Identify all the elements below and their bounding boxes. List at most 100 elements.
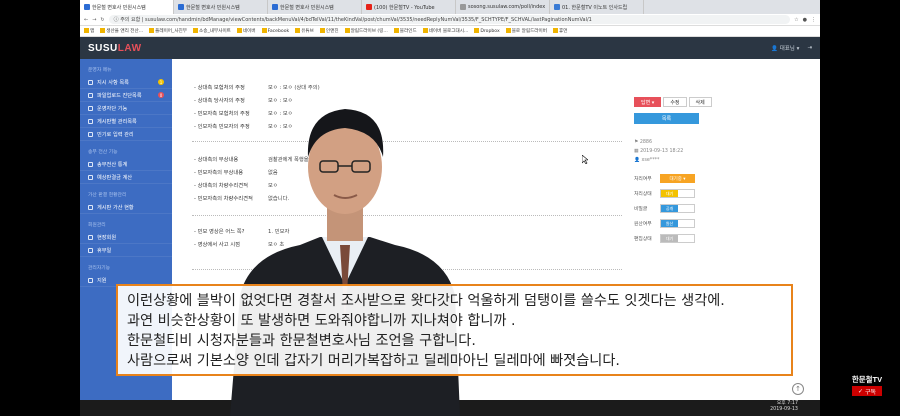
browser-tab[interactable]: 한문철 변호사 민원시스템 <box>268 0 362 14</box>
property-toggle[interactable]: 공개 <box>660 204 695 213</box>
toggle-state: 원산 <box>661 220 678 227</box>
menu-item-icon <box>88 161 93 167</box>
reload-icon[interactable]: ↻ <box>100 17 104 23</box>
menu-item-icon <box>88 131 93 137</box>
menu-item-icon <box>88 247 93 253</box>
tab-label: (100) 한문철TV - YouTube <box>374 4 435 11</box>
back-icon[interactable]: ← <box>84 17 88 23</box>
property-label: 비밀글 <box>634 207 648 212</box>
check-icon: ✓ <box>857 387 863 395</box>
tab-label: sosong.susulaw.com/poll/index <box>468 4 546 10</box>
sidebar-item[interactable]: 송무전산 통계 <box>80 158 172 171</box>
app-header: SUSULAW 👤 대표님 ▾ ⇥ <box>80 37 820 59</box>
sidebar-item[interactable]: 지시 사항 목록 1 <box>80 76 172 89</box>
field-label: - 상대측 보험처의 주정 <box>194 85 245 91</box>
browser-tab[interactable]: (100) 한문철TV - YouTube <box>362 0 456 14</box>
bookmark-item[interactable]: 알림드라이브 (링... <box>344 28 388 34</box>
bookmark-item[interactable]: 인앤진 <box>319 28 339 34</box>
sidebar-item[interactable]: 예상판결금 계산 <box>80 171 172 184</box>
star-icon[interactable]: ☆ <box>794 17 798 23</box>
bookmark-item[interactable]: 소송_내부사이트 <box>193 28 231 34</box>
property-label: 원산여부 <box>634 222 652 227</box>
bookmark-item[interactable]: 블로 알림드라이버 <box>505 28 547 34</box>
menu-item-icon <box>88 234 93 240</box>
property-toggle[interactable]: 대기 <box>660 234 695 243</box>
sidebar-section-title: 송무 전산 기능 <box>88 150 118 155</box>
channel-name: 한문철TV <box>851 375 883 384</box>
menu-item-icon <box>88 92 93 98</box>
sidebar-item-label: 현장회원 <box>97 234 117 241</box>
bookmark-item[interactable]: 앱 <box>84 28 94 34</box>
bookmarks-bar: 앱 생산을 앤리 전산... 플레이어_사진부 소송_내부사이트 네이버 Facebook… <box>80 26 820 37</box>
delete-button[interactable]: 삭제 <box>688 97 712 107</box>
status-select[interactable]: 대기중 ▾ <box>660 174 695 183</box>
reply-button[interactable]: 답변 ▾ <box>634 97 662 107</box>
bookmark-item[interactable]: 플레이어_사진부 <box>149 28 187 34</box>
list-button[interactable]: 목록 <box>634 113 699 124</box>
menu-item-icon <box>88 204 93 210</box>
user-menu[interactable]: 👤 대표님 ▾ <box>771 44 799 52</box>
menu-item-icon <box>88 174 93 180</box>
bookmark-icon <box>319 28 325 33</box>
post-property: 처리상태 대기 <box>634 186 809 201</box>
toggle-state: 대기 <box>661 235 678 242</box>
browser-tab[interactable]: 한문철 변호사 민원시스템 <box>80 0 174 14</box>
bookmark-label: 유튜브 <box>301 29 314 34</box>
field-value: 모ㅇ : 모ㅇ (상대 주의) <box>268 85 320 91</box>
mouse-cursor-icon <box>582 155 588 164</box>
sidebar-item[interactable]: 게시판 가산 현황 <box>80 201 172 214</box>
bookmark-label: 알림드라이브 (링... <box>350 29 388 34</box>
browser-address-bar: ← → ↻ ⓘ 주의 요함 | susulaw.com/handmin/bdMa… <box>80 14 820 26</box>
bookmark-icon <box>261 28 267 33</box>
site-logo[interactable]: SUSULAW <box>88 43 142 54</box>
bookmark-item[interactable]: Dropbox <box>474 28 500 34</box>
sidebar-item-label: 지시 사항 목록 <box>97 79 129 86</box>
sidebar-item[interactable]: 파일업로드 진단목록 0 <box>80 89 172 102</box>
video-letterbox-right <box>820 0 900 416</box>
menu-icon[interactable]: ⋮ <box>811 17 816 23</box>
sidebar-item[interactable]: 휴무일 <box>80 244 172 257</box>
tab-favicon-icon <box>178 4 184 10</box>
menu-item-icon <box>88 118 93 124</box>
tab-favicon-icon <box>84 4 90 10</box>
bookmark-item[interactable]: Facebook <box>261 28 289 34</box>
bookmark-item[interactable]: 휴먼 <box>552 28 568 34</box>
url-input[interactable]: ⓘ 주의 요함 | susulaw.com/handmin/bdManage/v… <box>108 15 791 24</box>
tab-label: 한문철 변호사 민원시스템 <box>280 4 334 11</box>
bookmark-item[interactable]: 생산을 앤리 전산... <box>100 28 143 34</box>
bookmark-item[interactable]: 네이버 블로그대시... <box>422 28 468 34</box>
browser-tab[interactable]: 01. 한문철TV 이노트 인사드립 <box>550 0 644 14</box>
bookmark-icon <box>84 28 89 33</box>
bookmark-item[interactable]: 블라인드 <box>393 28 417 34</box>
forward-icon[interactable]: → <box>92 17 96 23</box>
profile-icon[interactable]: ● <box>803 17 807 23</box>
browser-tab-bar: 한문철 변호사 민원시스템 한문철 변호사 민원시스템 한문철 변호사 민원시스템 (… <box>80 0 820 14</box>
sidebar-item[interactable]: 게시판별 관리목록 <box>80 115 172 128</box>
bookmark-item[interactable]: 유튜브 <box>295 28 314 34</box>
bookmark-icon <box>505 28 511 33</box>
bookmark-label: 소송_내부사이트 <box>199 29 231 34</box>
sidebar-item-label: 민기로 입력 관리 <box>97 131 134 138</box>
scroll-top-button[interactable]: ↑ <box>792 383 804 395</box>
sidebar-item-label: 지원 <box>97 277 107 284</box>
form-row: - 상대측 보험처의 주정 모ㅇ : 모ㅇ (상대 주의) <box>194 83 320 91</box>
bookmark-label: 휴먼 <box>558 29 568 34</box>
bookmark-label: 블라인드 <box>399 29 417 34</box>
property-toggle[interactable]: 원산 <box>660 219 695 228</box>
sidebar-item[interactable]: 민기로 입력 관리 <box>80 128 172 141</box>
sidebar-item[interactable]: 현장회원 <box>80 231 172 244</box>
browser-tab[interactable]: sosong.susulaw.com/poll/index <box>456 0 550 14</box>
bookmark-item[interactable]: 네이버 <box>236 28 256 34</box>
subscribe-button[interactable]: ✓ 구독 <box>852 386 882 396</box>
channel-badge[interactable]: 한문철TV ✓ 구독 <box>842 374 892 398</box>
property-toggle[interactable]: 대기 <box>660 189 695 198</box>
edit-button[interactable]: 수정 <box>663 97 687 107</box>
bookmark-label: Dropbox <box>480 29 500 34</box>
sidebar-item-label: 파일업로드 진단목록 <box>97 92 142 99</box>
post-property: 원산여부 원산 <box>634 216 809 231</box>
browser-tab[interactable]: 한문철 변호사 민원시스템 <box>174 0 268 14</box>
sidebar-item[interactable]: 운영자단 기능 <box>80 102 172 115</box>
logout-icon[interactable]: ⇥ <box>807 45 812 51</box>
user-icon: 👤 <box>634 158 642 163</box>
tab-label: 한문철 변호사 민원시스템 <box>92 4 146 11</box>
